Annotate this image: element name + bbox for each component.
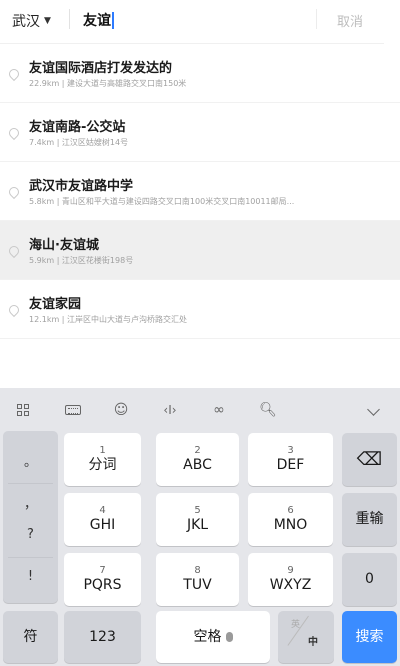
divider [8,483,53,484]
symbol-button[interactable]: 符 [3,611,58,663]
result-title: 友谊国际酒店打发发达的 [29,61,173,76]
caret-down-icon: ▼ [44,16,51,26]
list-item[interactable]: 武汉市友谊路中学 5.8km | 青山区和平大道与建设四路交叉口南100米交叉口… [0,162,400,221]
result-title: 友谊南路-公交站 [29,120,126,135]
link-icon[interactable]: ∞ [208,399,230,421]
reenter-button[interactable]: 重输 [342,493,397,546]
location-pin-icon [8,128,18,140]
microphone-icon [225,632,233,642]
zero-button[interactable]: 0 [342,553,397,606]
t9-key-6[interactable]: 6 MNO [248,493,333,546]
divider [8,557,53,558]
city-selector[interactable]: 武汉 ▼ [12,11,51,31]
search-input[interactable]: 友谊 [83,10,114,30]
t9-key-3[interactable]: 3 DEF [248,433,333,486]
backspace-button[interactable]: ⌫ [342,433,397,486]
grid-icon[interactable] [12,399,34,421]
cancel-button[interactable]: 取消 [337,11,363,30]
result-title: 海山·友谊城 [29,238,99,253]
results-list: 友谊国际酒店打发发达的 22.9km | 建设大道与高雄路交叉口南150米 友谊… [0,44,400,339]
location-pin-icon [8,246,18,258]
text-cursor [112,11,114,29]
keyboard-toolbar: ☺ ‹I› ∞ 🔍︎ [0,388,400,430]
result-subtitle: 22.9km | 建设大道与高雄路交叉口南150米 [29,79,187,88]
search-input-value: 友谊 [83,13,111,29]
search-bar: 武汉 ▼ 友谊 取消 [0,0,400,40]
t9-key-4[interactable]: 4 GHI [64,493,141,546]
location-pin-icon [8,305,18,317]
t9-key-8[interactable]: 8 TUV [156,553,239,606]
punct-key[interactable]: ? [3,527,58,542]
result-subtitle: 5.9km | 江汉区花楼街198号 [29,256,134,265]
cursor-move-icon[interactable]: ‹I› [159,399,181,421]
punctuation-column: 。 ， ? ! [3,431,58,603]
t9-key-1[interactable]: 1 分词 [64,433,141,486]
number-mode-button[interactable]: 123 [64,611,141,663]
search-icon[interactable]: 🔍︎ [257,399,279,421]
collapse-icon[interactable] [362,399,384,421]
result-subtitle: 12.1km | 江岸区中山大道与卢沟桥路交汇处 [29,315,188,324]
punct-key[interactable]: 。 [3,451,58,470]
list-item[interactable]: 海山·友谊城 5.9km | 江汉区花楼街198号 [0,221,400,280]
result-subtitle: 5.8km | 青山区和平大道与建设四路交叉口南100米交叉口南10011邮局.… [29,197,295,206]
t9-key-5[interactable]: 5 JKL [156,493,239,546]
divider [316,9,317,29]
city-label: 武汉 [12,14,40,30]
language-switch-button[interactable]: 英 中 [278,611,334,663]
space-button[interactable]: 空格 [156,611,270,663]
t9-key-9[interactable]: 9 WXYZ [248,553,333,606]
divider [69,9,70,29]
location-pin-icon [8,69,18,81]
emoji-icon[interactable]: ☺ [110,399,132,421]
punct-key[interactable]: ， [3,493,58,512]
result-subtitle: 7.4km | 江汉区姑嫂树14号 [29,138,129,147]
result-title: 友谊家园 [29,297,82,312]
t9-key-7[interactable]: 7 PQRS [64,553,141,606]
list-item[interactable]: 友谊家园 12.1km | 江岸区中山大道与卢沟桥路交汇处 [0,280,400,339]
backspace-icon: ⌫ [356,449,383,470]
list-item[interactable]: 友谊国际酒店打发发达的 22.9km | 建设大道与高雄路交叉口南150米 [0,44,400,103]
list-item[interactable]: 友谊南路-公交站 7.4km | 江汉区姑嫂树14号 [0,103,400,162]
search-submit-button[interactable]: 搜索 [342,611,397,663]
t9-key-2[interactable]: 2 ABC [156,433,239,486]
punct-key[interactable]: ! [3,569,58,584]
keyboard-icon[interactable] [62,399,84,421]
location-pin-icon [8,187,18,199]
result-title: 武汉市友谊路中学 [29,179,134,194]
